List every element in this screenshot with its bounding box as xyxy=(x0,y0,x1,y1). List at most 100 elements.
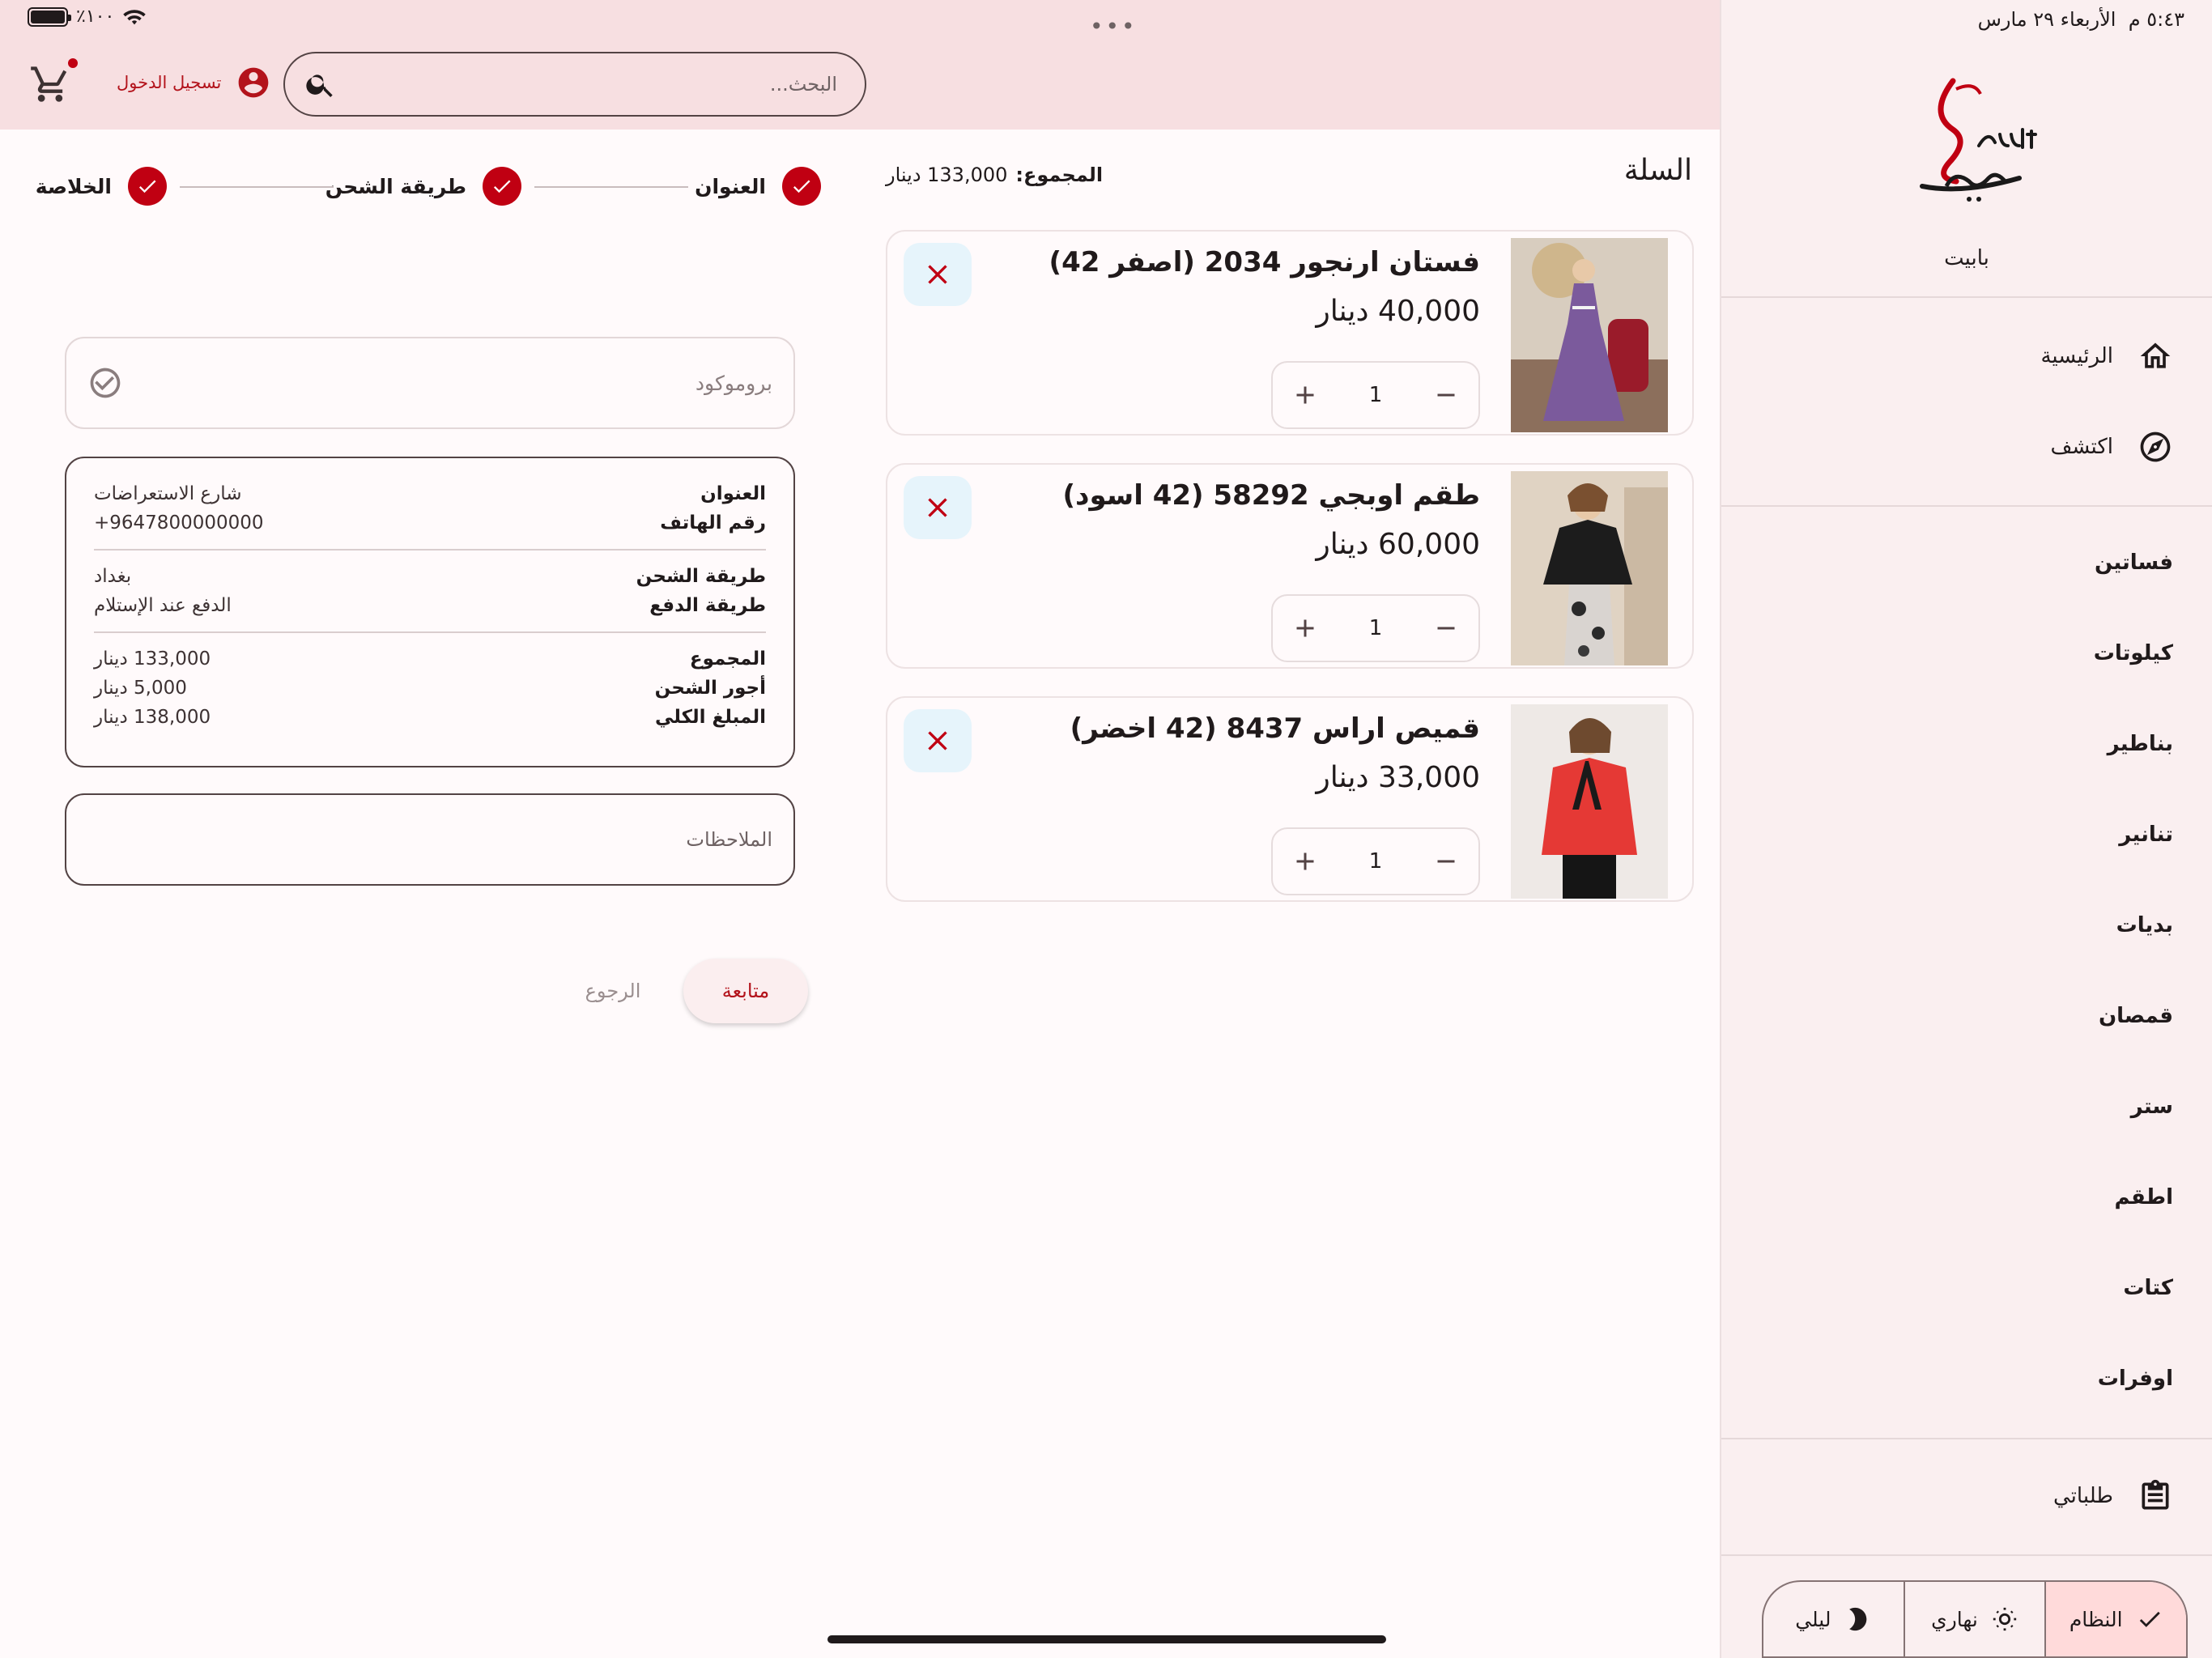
plus-icon xyxy=(1296,619,1314,637)
product-image-shirt[interactable] xyxy=(1511,704,1668,899)
product-price: 33,000 دينار xyxy=(1316,761,1480,794)
brand-name: بابيت xyxy=(1944,246,1989,270)
battery-icon xyxy=(28,6,71,27)
login-label: تسجيل الدخول xyxy=(117,73,222,92)
decrease-quantity-button[interactable] xyxy=(1430,845,1462,878)
theme-light-option[interactable]: نهاري xyxy=(1903,1582,2045,1656)
check-icon xyxy=(483,167,521,206)
theme-system-label: النظام xyxy=(2069,1607,2123,1631)
remove-item-button[interactable] xyxy=(904,709,972,772)
product-image-outfit[interactable] xyxy=(1511,471,1668,665)
close-icon xyxy=(928,498,947,517)
quantity-value: 1 xyxy=(1368,616,1383,640)
cart-total-label: المجموع: xyxy=(1015,164,1104,186)
home-indicator[interactable] xyxy=(827,1635,1386,1643)
sidebar-divider xyxy=(1721,1438,2212,1439)
step-connector xyxy=(180,186,334,188)
shopping-cart-icon xyxy=(31,66,67,102)
order-summary: العنوان شارع الاستعراضات رقم الهاتف +964… xyxy=(65,457,795,767)
step-summary[interactable]: الخلاصة xyxy=(36,167,167,206)
login-button[interactable]: تسجيل الدخول xyxy=(117,65,271,100)
moon-icon xyxy=(1849,1607,1867,1631)
category-skirts[interactable]: تنانير xyxy=(2119,823,2173,847)
summary-row: طريقة الشحن بغداد xyxy=(94,566,766,587)
status-bar-left: ٪١٠٠ xyxy=(28,6,147,27)
increase-quantity-button[interactable] xyxy=(1289,845,1321,878)
sidebar-divider xyxy=(1721,1554,2212,1556)
check-circle-icon[interactable] xyxy=(87,365,123,401)
check-icon xyxy=(128,167,167,206)
sidebar-item-label: اكتشف xyxy=(2050,435,2113,459)
sidebar-divider xyxy=(1721,505,2212,507)
plus-icon xyxy=(1296,852,1314,870)
cart-button[interactable] xyxy=(29,63,71,105)
quantity-stepper: 1 xyxy=(1271,827,1480,895)
multitasking-dots[interactable]: ••• xyxy=(1090,13,1138,40)
step-label: الخلاصة xyxy=(35,174,112,198)
decrease-quantity-button[interactable] xyxy=(1430,612,1462,644)
theme-dark-option[interactable]: ليلي xyxy=(1763,1582,1904,1656)
promo-code-field[interactable]: بروموكود xyxy=(65,337,795,429)
brand-logo[interactable] xyxy=(1721,65,2212,219)
minus-icon xyxy=(1437,393,1455,397)
battery-percent: ٪١٠٠ xyxy=(76,6,115,27)
summary-row: طريقة الدفع الدفع عند الإستلام xyxy=(94,595,766,616)
category-trousers[interactable]: بناطير xyxy=(2108,732,2173,756)
step-connector xyxy=(534,186,688,188)
back-button[interactable]: الرجوع xyxy=(568,959,657,1023)
clipboard-icon xyxy=(2142,1479,2169,1510)
quantity-value: 1 xyxy=(1368,849,1383,874)
step-shipping[interactable]: طريقة الشحن xyxy=(325,167,521,206)
cart-title: السلة xyxy=(1623,154,1692,187)
quantity-stepper: 1 xyxy=(1271,361,1480,429)
notes-field[interactable]: الملاحظات xyxy=(65,793,795,886)
status-date: الأربعاء ٢٩ مارس xyxy=(1977,8,2116,31)
increase-quantity-button[interactable] xyxy=(1289,612,1321,644)
cart-item: فستان ارنجور 2034 (اصفر 42) 40,000 دينار… xyxy=(886,230,1694,436)
cart-total: المجموع: 133,000 دينار xyxy=(886,164,1103,186)
search-input[interactable]: البحث... xyxy=(283,52,866,117)
category-sets[interactable]: اطقم xyxy=(2114,1185,2173,1209)
product-image-dress[interactable] xyxy=(1511,238,1668,432)
category-shirts[interactable]: قمصان xyxy=(2099,1004,2173,1028)
quantity-stepper: 1 xyxy=(1271,594,1480,662)
summary-row: رقم الهاتف +9647800000000 xyxy=(94,512,766,534)
sun-icon xyxy=(1993,1607,2017,1631)
account-circle-icon xyxy=(239,67,269,98)
category-overalls[interactable]: اوفرات xyxy=(2098,1367,2173,1391)
product-name: فستان ارنجور 2034 (اصفر 42) xyxy=(1049,246,1480,278)
step-address[interactable]: العنوان xyxy=(695,167,821,206)
cart-item: قميص اراس 8437 (42 اخضر) 33,000 دينار 1 xyxy=(886,696,1694,902)
cart-badge xyxy=(68,58,78,68)
product-price: 40,000 دينار xyxy=(1316,295,1480,328)
category-suits[interactable]: بديات xyxy=(2116,913,2173,937)
wifi-icon xyxy=(123,9,147,24)
increase-quantity-button[interactable] xyxy=(1289,379,1321,411)
theme-selector: النظام نهاري ليلي xyxy=(1762,1580,2188,1658)
summary-row: المبلغ الكلي 138,000 دينار xyxy=(94,707,766,728)
check-icon xyxy=(782,167,821,206)
product-price: 60,000 دينار xyxy=(1316,528,1480,561)
step-label: طريقة الشحن xyxy=(325,174,466,198)
close-icon xyxy=(928,265,947,284)
theme-system-option[interactable]: النظام xyxy=(2044,1582,2186,1656)
sidebar-item-home[interactable]: الرئيسية xyxy=(2040,338,2173,374)
status-time: ٥:٤٣ م xyxy=(2128,8,2184,31)
continue-button[interactable]: متابعة xyxy=(683,959,808,1023)
sidebar-item-orders[interactable]: طلباتي xyxy=(2053,1478,2173,1514)
search-placeholder: البحث... xyxy=(769,73,837,96)
remove-item-button[interactable] xyxy=(904,243,972,306)
decrease-quantity-button[interactable] xyxy=(1430,379,1462,411)
remove-item-button[interactable] xyxy=(904,476,972,539)
promo-code-placeholder: بروموكود xyxy=(695,371,772,395)
category-jackets[interactable]: ستر xyxy=(2131,1095,2173,1119)
sidebar-item-explore[interactable]: اكتشف xyxy=(2050,429,2173,465)
summary-row: أجور الشحن 5,000 دينار xyxy=(94,678,766,699)
cart-item: طقم اوبجي 58292 (42 اسود) 60,000 دينار 1 xyxy=(886,463,1694,669)
summary-row: المجموع 133,000 دينار xyxy=(94,648,766,670)
category-capes[interactable]: كتات xyxy=(2123,1276,2173,1300)
category-dresses[interactable]: فساتين xyxy=(2095,551,2173,575)
notes-placeholder: الملاحظات xyxy=(686,828,772,851)
quantity-value: 1 xyxy=(1368,383,1383,407)
category-culottes[interactable]: كيلوتات xyxy=(2094,641,2173,665)
